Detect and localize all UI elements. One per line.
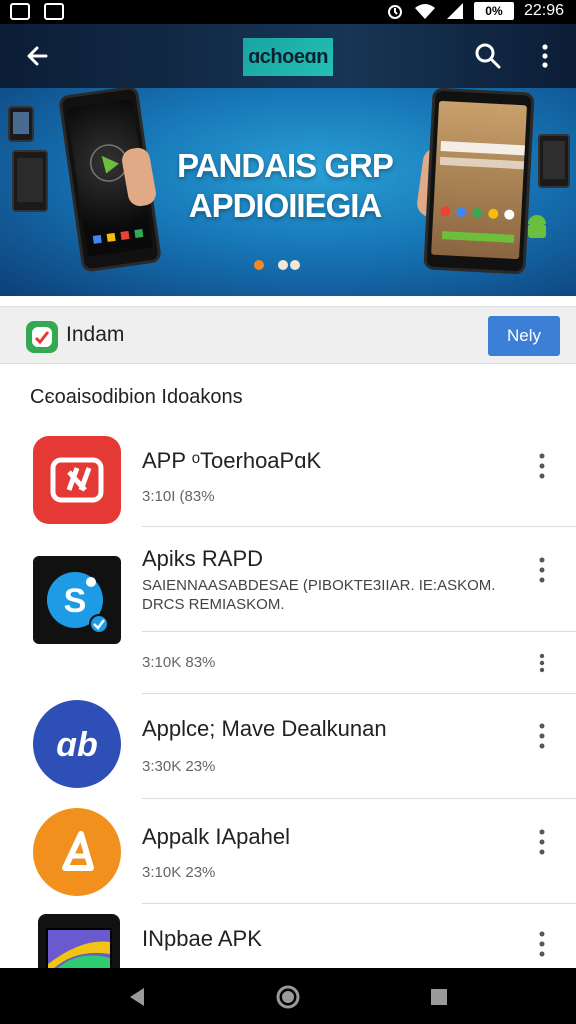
overflow-menu-icon[interactable] [530,554,554,586]
promo-banner[interactable]: PANDAIS GRP APDIOIIEGIA [0,88,576,296]
signal-icon [446,3,463,19]
phone-icon [46,928,112,968]
app-icon: S [33,556,121,644]
divider [142,798,576,799]
app-title: Applce; Mave Dealkunan [142,716,387,741]
battery-indicator: 0% [473,2,514,20]
app-badge-icon [26,321,58,353]
list-item[interactable]: ɑb Applce; Mave Dealkunan 3:30K 23% [0,700,576,798]
app-bar: ɑchoeɑn [0,24,576,88]
app-title: Apiks RAPD [142,546,264,571]
list-item[interactable]: Appalk IApahel 3:10K 23% [0,806,576,904]
app-title: APP ᵒToerhoaPɑK [142,448,322,473]
back-arrow-icon[interactable] [20,38,56,74]
nav-home-icon[interactable] [273,982,303,1012]
device-illustration [8,106,34,142]
search-icon[interactable] [470,38,506,74]
overflow-menu-icon[interactable] [530,38,560,74]
carousel-dot[interactable] [278,260,288,270]
overflow-menu-icon[interactable] [530,826,554,858]
carousel-dot[interactable] [290,260,300,270]
app-icon [38,914,120,968]
app-meta: 3:10I (83% [142,488,215,505]
device-illustration [12,150,48,212]
nav-back-icon[interactable] [122,982,152,1012]
overflow-menu-icon[interactable] [530,652,554,674]
app-title: INpbae APK [142,926,262,951]
list-item[interactable]: INpbae APK [0,912,576,968]
list-item[interactable]: S Apiks RAPD SAIENNAASABDESAE (PIBOKTE3I… [0,540,576,690]
notification-icon [10,3,30,20]
list-item[interactable]: APP ᵒToerhoaPɑK 3:10I (83% [0,430,576,526]
divider [142,526,576,527]
app-meta: 3:10K 23% [142,864,216,881]
section-title: Cєoaisodibion Idoakons [30,386,243,408]
banner-title: PANDAIS GRP APDIOIIEGIA [177,147,394,224]
divider [142,693,576,694]
app-logo: ɑchoeɑn [243,38,333,76]
logo-icon: ɑb [56,726,98,764]
app-icon: ɑb [33,700,121,788]
overflow-menu-icon[interactable] [530,720,554,752]
app-icon [33,808,121,896]
overflow-menu-icon[interactable] [530,450,554,482]
device-illustration [538,134,570,188]
system-nav-bar [0,968,576,1024]
overflow-menu-icon[interactable] [530,928,554,960]
android-icon [528,215,546,238]
carousel-dot[interactable] [254,260,264,270]
status-bar: 0% 22:96 [0,0,576,24]
alarm-icon [387,5,402,19]
app-description: SAIENNAASABDESAE (PIBOKTE3IIAR. IE:ASKOM… [142,577,496,613]
phone-illustration [423,88,535,275]
install-bar: Indam Nely [0,306,576,364]
clock: 22:96 [523,2,564,19]
app-icon [33,436,121,524]
gallery-notification-icon [44,3,64,20]
app-meta: 3:30K 23% [142,758,216,775]
carousel-indicator [254,260,300,270]
install-bar-label: Indam [66,323,125,346]
install-button[interactable]: Nely [488,316,560,356]
app-title: Appalk IApahel [142,824,290,849]
divider [142,631,576,632]
wifi-icon [414,4,435,19]
play-icon [50,457,104,503]
svg-text:S: S [64,582,87,620]
nav-recents-icon[interactable] [424,982,454,1012]
screen: 0% 22:96 ɑchoeɑn PANDAIS GRP APDIOIIEGIA [0,0,576,1024]
svg-text:ɑb: ɑb [56,726,98,764]
divider [142,903,576,904]
triangle-icon [62,831,94,871]
app-meta: 3:10K 83% [142,654,216,671]
skype-icon: S [47,572,109,634]
